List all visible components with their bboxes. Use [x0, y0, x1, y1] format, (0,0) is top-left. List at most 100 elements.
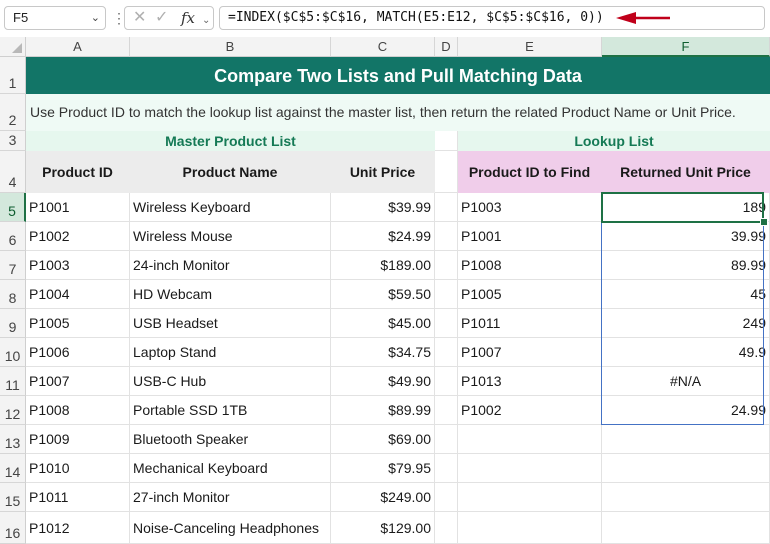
- master-product-name[interactable]: USB Headset: [130, 309, 331, 338]
- master-product-name[interactable]: HD Webcam: [130, 280, 331, 309]
- row-header-16[interactable]: 16: [0, 512, 26, 544]
- cell[interactable]: [435, 193, 458, 222]
- column-header-e[interactable]: E: [458, 37, 602, 57]
- row-header-7[interactable]: 7: [0, 251, 26, 280]
- returned-unit-price[interactable]: 189: [602, 193, 770, 222]
- row-header-2[interactable]: 2: [0, 94, 26, 131]
- master-unit-price[interactable]: $79.95: [331, 454, 435, 483]
- master-product-id[interactable]: P1003: [26, 251, 130, 280]
- lookup-product-id[interactable]: P1005: [458, 280, 602, 309]
- column-header-b[interactable]: B: [130, 37, 331, 57]
- master-product-name[interactable]: 24-inch Monitor: [130, 251, 331, 280]
- row-header-1[interactable]: 1: [0, 57, 26, 94]
- cell[interactable]: [435, 425, 458, 454]
- master-product-name[interactable]: Bluetooth Speaker: [130, 425, 331, 454]
- cell[interactable]: [435, 280, 458, 309]
- returned-unit-price[interactable]: 249: [602, 309, 770, 338]
- master-product-name[interactable]: Mechanical Keyboard: [130, 454, 331, 483]
- returned-unit-price[interactable]: 24.99: [602, 396, 770, 425]
- master-product-id[interactable]: P1004: [26, 280, 130, 309]
- master-unit-price[interactable]: $45.00: [331, 309, 435, 338]
- cell[interactable]: [602, 454, 770, 483]
- row-header-15[interactable]: 15: [0, 483, 26, 512]
- cell[interactable]: [435, 151, 458, 193]
- row-header-13[interactable]: 13: [0, 425, 26, 454]
- returned-unit-price[interactable]: 49.9: [602, 338, 770, 367]
- returned-unit-price[interactable]: #N/A: [602, 367, 770, 396]
- name-box[interactable]: F5 ⌄: [4, 6, 106, 30]
- master-product-id[interactable]: P1012: [26, 512, 130, 544]
- master-product-id[interactable]: P1008: [26, 396, 130, 425]
- master-product-name[interactable]: Wireless Mouse: [130, 222, 331, 251]
- row-header-6[interactable]: 6: [0, 222, 26, 251]
- column-header-f[interactable]: F: [602, 37, 770, 57]
- row-header-11[interactable]: 11: [0, 367, 26, 396]
- select-all-corner[interactable]: [0, 37, 26, 57]
- spreadsheet-grid[interactable]: A B C D E F 1 2 3 4 5 6 7 8 9 10 11 12 13 14 15 16 Compare Two…: [0, 37, 770, 544]
- cell[interactable]: [458, 425, 602, 454]
- lookup-product-id[interactable]: P1003: [458, 193, 602, 222]
- row-header-10[interactable]: 10: [0, 338, 26, 367]
- cell[interactable]: [458, 483, 602, 512]
- master-unit-price[interactable]: $24.99: [331, 222, 435, 251]
- returned-unit-price[interactable]: 39.99: [602, 222, 770, 251]
- master-product-id[interactable]: P1010: [26, 454, 130, 483]
- cell[interactable]: [435, 309, 458, 338]
- master-product-name[interactable]: USB-C Hub: [130, 367, 331, 396]
- master-product-id[interactable]: P1002: [26, 222, 130, 251]
- column-header-a[interactable]: A: [26, 37, 130, 57]
- lookup-product-id[interactable]: P1007: [458, 338, 602, 367]
- cell[interactable]: [435, 454, 458, 483]
- row-header-4[interactable]: 4: [0, 151, 26, 193]
- column-header-d[interactable]: D: [435, 37, 458, 57]
- fill-handle[interactable]: [760, 218, 768, 226]
- master-product-name[interactable]: Portable SSD 1TB: [130, 396, 331, 425]
- cell[interactable]: [602, 425, 770, 454]
- master-unit-price[interactable]: $189.00: [331, 251, 435, 280]
- master-product-id[interactable]: P1009: [26, 425, 130, 454]
- chevron-down-icon[interactable]: ⌄: [91, 7, 100, 29]
- cell[interactable]: [602, 512, 770, 544]
- lookup-product-id[interactable]: P1008: [458, 251, 602, 280]
- column-header-c[interactable]: C: [331, 37, 435, 57]
- master-product-name[interactable]: 27-inch Monitor: [130, 483, 331, 512]
- row-header-8[interactable]: 8: [0, 280, 26, 309]
- cell[interactable]: [435, 396, 458, 425]
- master-unit-price[interactable]: $34.75: [331, 338, 435, 367]
- master-product-name[interactable]: Laptop Stand: [130, 338, 331, 367]
- cell[interactable]: [435, 367, 458, 396]
- master-product-id[interactable]: P1006: [26, 338, 130, 367]
- master-unit-price[interactable]: $39.99: [331, 193, 435, 222]
- row-header-3[interactable]: 3: [0, 131, 26, 151]
- chevron-down-icon[interactable]: ⌄: [202, 12, 210, 30]
- formula-input[interactable]: =INDEX($C$5:$C$16, MATCH(E5:E12, $C$5:$C…: [219, 6, 765, 30]
- cell[interactable]: [435, 483, 458, 512]
- master-product-id[interactable]: P1005: [26, 309, 130, 338]
- cell[interactable]: [435, 338, 458, 367]
- lookup-product-id[interactable]: P1013: [458, 367, 602, 396]
- lookup-product-id[interactable]: P1002: [458, 396, 602, 425]
- cancel-icon[interactable]: ✕: [133, 9, 146, 27]
- row-header-14[interactable]: 14: [0, 454, 26, 483]
- master-unit-price[interactable]: $249.00: [331, 483, 435, 512]
- cell[interactable]: [435, 222, 458, 251]
- row-header-9[interactable]: 9: [0, 309, 26, 338]
- insert-function-icon[interactable]: fx: [181, 9, 195, 27]
- confirm-icon[interactable]: ✓: [155, 9, 168, 27]
- master-unit-price[interactable]: $129.00: [331, 512, 435, 544]
- cell[interactable]: [458, 512, 602, 544]
- lookup-product-id[interactable]: P1011: [458, 309, 602, 338]
- master-product-id[interactable]: P1007: [26, 367, 130, 396]
- master-unit-price[interactable]: $69.00: [331, 425, 435, 454]
- master-unit-price[interactable]: $89.99: [331, 396, 435, 425]
- cell[interactable]: [458, 454, 602, 483]
- returned-unit-price[interactable]: 89.99: [602, 251, 770, 280]
- master-unit-price[interactable]: $59.50: [331, 280, 435, 309]
- cell[interactable]: [435, 251, 458, 280]
- returned-unit-price[interactable]: 45: [602, 280, 770, 309]
- master-product-id[interactable]: P1011: [26, 483, 130, 512]
- lookup-product-id[interactable]: P1001: [458, 222, 602, 251]
- master-product-id[interactable]: P1001: [26, 193, 130, 222]
- cell[interactable]: [602, 483, 770, 512]
- master-unit-price[interactable]: $49.90: [331, 367, 435, 396]
